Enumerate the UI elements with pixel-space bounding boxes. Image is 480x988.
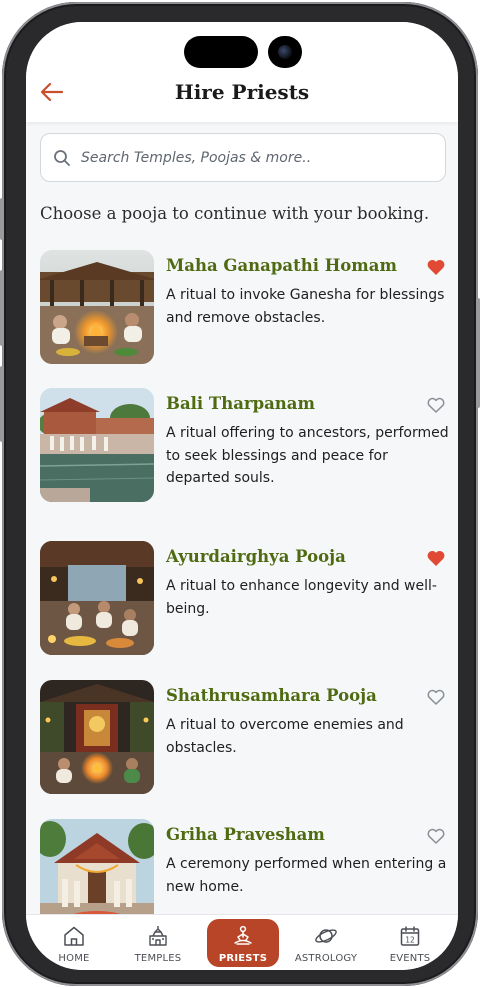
search-bar[interactable] bbox=[40, 133, 446, 182]
pooja-title[interactable]: Griha Pravesham bbox=[166, 825, 416, 844]
planet-icon bbox=[315, 929, 337, 943]
pooja-title[interactable]: Bali Tharpanam bbox=[166, 394, 416, 413]
nav-label: TEMPLES bbox=[134, 953, 182, 964]
pooja-description: A ritual offering to ancestors, performe… bbox=[166, 425, 449, 486]
front-camera bbox=[268, 36, 302, 68]
dynamic-island bbox=[184, 36, 258, 68]
pooja-description: A ceremony performed when entering a new… bbox=[166, 856, 447, 895]
pooja-description: A ritual to invoke Ganesha for blessings… bbox=[166, 287, 445, 326]
pooja-thumbnail[interactable] bbox=[40, 541, 154, 655]
calendar-day: 12 bbox=[405, 936, 415, 945]
nav-label: ASTROLOGY bbox=[294, 953, 358, 964]
heart-outline-icon[interactable] bbox=[426, 396, 446, 414]
pooja-list-item[interactable]: Bali Tharpanam A ritual offering to ance… bbox=[40, 388, 449, 502]
nav-item-home[interactable]: HOME bbox=[38, 915, 110, 970]
side-button bbox=[0, 366, 4, 442]
side-button bbox=[476, 298, 480, 408]
section-heading: Choose a pooja to continue with your boo… bbox=[40, 204, 430, 223]
nav-item-temples[interactable]: TEMPLES bbox=[122, 915, 194, 970]
phone-frame: Hire Priests Choose a pooja to continue … bbox=[0, 2, 480, 986]
nav-item-priests[interactable]: PRIESTS bbox=[207, 919, 279, 967]
nav-item-events[interactable]: 12 EVENTS bbox=[374, 915, 446, 970]
pooja-thumbnail[interactable] bbox=[40, 250, 154, 364]
pooja-description: A ritual to overcome enemies and obstacl… bbox=[166, 717, 404, 756]
side-button bbox=[0, 270, 4, 346]
pooja-description: A ritual to enhance longevity and well-b… bbox=[166, 578, 437, 617]
home-icon bbox=[64, 926, 84, 946]
heart-filled-icon[interactable] bbox=[426, 549, 446, 567]
side-button bbox=[0, 198, 4, 240]
nav-label: PRIESTS bbox=[218, 953, 268, 964]
temple-icon bbox=[149, 926, 167, 946]
pooja-list-item[interactable]: Ayurdairghya Pooja A ritual to enhance l… bbox=[40, 541, 446, 655]
pooja-list-item[interactable]: Maha Ganapathi Homam A ritual to invoke … bbox=[40, 250, 446, 364]
pooja-title[interactable]: Shathrusamhara Pooja bbox=[166, 686, 416, 705]
calendar-icon: 12 bbox=[400, 926, 420, 946]
bottom-navigation: HOME TEMPLES PRIESTS ASTROLOGY 12 EVENTS bbox=[26, 914, 458, 970]
nav-item-astrology[interactable]: ASTROLOGY bbox=[290, 915, 362, 970]
pooja-list-item[interactable]: Shathrusamhara Pooja A ritual to overcom… bbox=[40, 680, 446, 794]
page-title: Hire Priests bbox=[174, 80, 310, 104]
app-screen: Hire Priests Choose a pooja to continue … bbox=[26, 22, 458, 970]
heart-outline-icon[interactable] bbox=[426, 688, 446, 706]
heart-filled-icon[interactable] bbox=[426, 258, 446, 276]
nav-label: HOME bbox=[58, 953, 90, 964]
search-icon bbox=[54, 150, 70, 166]
pooja-title[interactable]: Maha Ganapathi Homam bbox=[166, 256, 416, 275]
nav-label: EVENTS bbox=[389, 953, 431, 964]
heart-outline-icon[interactable] bbox=[426, 827, 446, 845]
meditation-icon bbox=[234, 925, 252, 945]
search-input[interactable] bbox=[81, 134, 431, 181]
pooja-thumbnail[interactable] bbox=[40, 388, 154, 502]
pooja-title[interactable]: Ayurdairghya Pooja bbox=[166, 547, 416, 566]
pooja-thumbnail[interactable] bbox=[40, 680, 154, 794]
